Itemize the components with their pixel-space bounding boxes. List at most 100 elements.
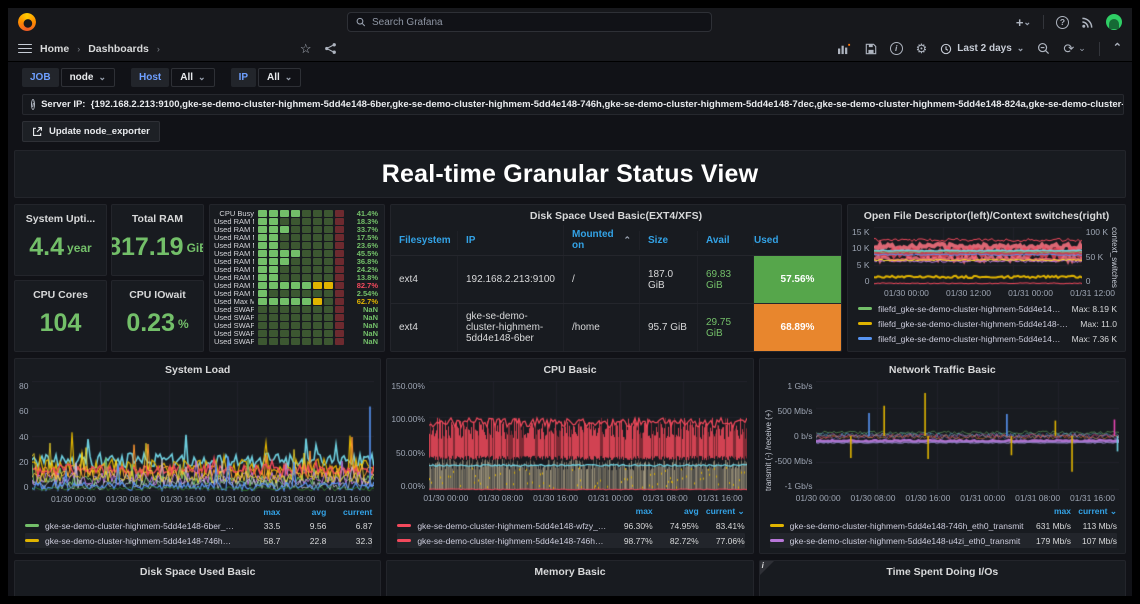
table-row[interactable]: ext4gke-se-demo-cluster-highmem-5dd4e148… xyxy=(391,303,841,351)
stat-title[interactable]: CPU IOwait xyxy=(112,281,203,304)
legend-row[interactable]: gke-se-demo-cluster-highmem-5dd4e148-wfz… xyxy=(397,518,744,533)
panel-title[interactable]: Disk Space Used Basic(EXT4/XFS) xyxy=(391,205,841,225)
legend-row[interactable]: gke-se-demo-cluster-highmem-5dd4e148-746… xyxy=(25,533,372,548)
gauge-cell xyxy=(335,298,344,305)
y-axis-left: 15 K10 K5 K0 xyxy=(852,227,874,286)
menu-toggle-icon[interactable] xyxy=(18,44,32,54)
gauge-value: NaN xyxy=(348,337,378,346)
settings-gear-icon[interactable]: ⚙ xyxy=(916,42,928,55)
breadcrumb-dashboards[interactable]: Dashboards xyxy=(88,43,149,55)
news-icon[interactable] xyxy=(1081,16,1094,29)
filter-value-dropdown[interactable]: All⌄ xyxy=(258,68,301,87)
table-row[interactable]: ext4192.168.2.213:9100/187.0 GiB69.83 Gi… xyxy=(391,255,841,303)
legend-row[interactable]: gke-se-demo-cluster-highmem-5dd4e148-746… xyxy=(770,518,1117,533)
x-tick: 01/31 00:00 xyxy=(216,494,261,505)
x-tick: 01/30 00:00 xyxy=(51,494,96,505)
table-header-filesystem[interactable]: Filesystem xyxy=(391,231,457,250)
legend-row[interactable]: filefd_gke-se-demo-cluster-highmem-5dd4e… xyxy=(858,301,1117,316)
gauge-cell xyxy=(324,274,333,281)
legend-row[interactable]: gke-se-demo-cluster-highmem-5dd4e148-u4z… xyxy=(770,533,1117,548)
grafana-logo[interactable] xyxy=(18,13,36,31)
x-tick: 01/30 00:00 xyxy=(884,288,929,299)
zoom-out-icon[interactable] xyxy=(1037,42,1050,55)
collapse-toolbar-icon[interactable]: ⌃ xyxy=(1113,43,1122,54)
table-header-avail[interactable]: Avail xyxy=(697,231,753,250)
gauge-cell xyxy=(258,298,267,305)
legend-row[interactable]: gke-se-demo-cluster-highmem-5dd4e148-746… xyxy=(397,533,744,548)
stat-title[interactable]: CPU Cores xyxy=(15,281,106,304)
breadcrumb-sep: › xyxy=(77,44,80,54)
time-range-picker[interactable]: Last 2 days ⌄ xyxy=(940,43,1024,55)
panel-title[interactable]: Time Spent Doing I/Os xyxy=(760,561,1125,581)
favorite-star-icon[interactable]: ☆ xyxy=(300,42,312,55)
add-panel-icon[interactable] xyxy=(837,42,852,55)
panel-title[interactable]: Memory Basic xyxy=(387,561,752,581)
gauge-cell xyxy=(335,314,344,321)
dashboard-content: JOBnode⌄HostAll⌄IPAll⌄ i Server IP: {192… xyxy=(8,62,1132,596)
table-header-mounted-on[interactable]: Mounted on ⌃ xyxy=(563,225,639,255)
table-header-used[interactable]: Used xyxy=(753,235,841,246)
chart-canvas-wrap[interactable] xyxy=(816,381,1119,491)
stat-title[interactable]: System Upti... xyxy=(15,205,106,228)
legend-col-avg[interactable]: avg xyxy=(653,506,699,517)
breadcrumb-home[interactable]: Home xyxy=(40,43,69,55)
stat-title[interactable]: Total RAM xyxy=(112,205,203,228)
legend-col-current[interactable]: current ⌄ xyxy=(1071,506,1117,517)
new-menu-button[interactable]: + ⌄ xyxy=(1016,16,1031,29)
y-tick: 0 b/s xyxy=(794,431,812,441)
y-tick: 10 K xyxy=(852,243,870,253)
refresh-icon[interactable]: ⟳ xyxy=(1063,42,1074,55)
breadcrumb-bar: Home › Dashboards › ☆ i ⚙ xyxy=(8,36,1132,62)
legend-col-current[interactable]: current xyxy=(326,507,372,517)
gauge-row: Used RAM Me...82.7% xyxy=(214,282,378,289)
chart-canvas-wrap[interactable] xyxy=(32,381,374,492)
share-icon[interactable] xyxy=(324,42,337,55)
stat-number: 0.23 xyxy=(126,309,175,338)
chart-canvas-wrap[interactable] xyxy=(429,381,747,491)
y-tick: 500 Mb/s xyxy=(777,406,812,416)
filter-label[interactable]: Host xyxy=(131,68,169,87)
panel-title[interactable]: System Load xyxy=(15,359,380,379)
chart-canvas[interactable] xyxy=(874,227,1082,286)
legend-col-max[interactable]: max xyxy=(607,506,653,517)
update-node-exporter-button[interactable]: Update node_exporter xyxy=(22,121,160,142)
gauge-cell xyxy=(313,314,322,321)
chart-canvas[interactable] xyxy=(429,381,747,491)
y-tick: 100.00% xyxy=(391,414,425,424)
user-avatar[interactable] xyxy=(1106,14,1122,30)
gauge-cell xyxy=(280,314,289,321)
filter-value-dropdown[interactable]: node⌄ xyxy=(61,68,115,87)
breadcrumb-sep: › xyxy=(157,44,160,54)
legend-row[interactable]: gke-se-demo-cluster-highmem-5dd4e148-6be… xyxy=(25,518,372,533)
chart-canvas[interactable] xyxy=(32,381,374,492)
refresh-interval-caret[interactable]: ⌄ xyxy=(1078,43,1086,54)
legend-col-avg[interactable]: avg xyxy=(280,507,326,517)
save-icon[interactable] xyxy=(865,43,877,55)
legend-col-max[interactable]: max xyxy=(234,507,280,517)
filter-label[interactable]: JOB xyxy=(22,68,59,87)
panel-title[interactable]: CPU Basic xyxy=(387,359,752,379)
chart-canvas-wrap[interactable] xyxy=(874,227,1082,286)
used-percent-badge: 68.89% xyxy=(754,304,841,351)
legend-col-current[interactable]: current ⌄ xyxy=(699,506,745,517)
filter-label[interactable]: IP xyxy=(231,68,256,87)
panel-title[interactable]: Network Traffic Basic xyxy=(760,359,1125,379)
legend-row[interactable]: filefd_gke-se-demo-cluster-highmem-5dd4e… xyxy=(858,316,1117,331)
panel-info-corner[interactable]: i xyxy=(760,561,774,575)
legend-col-max[interactable]: max xyxy=(1025,506,1071,517)
filter-value-dropdown[interactable]: All⌄ xyxy=(171,68,214,87)
table-header-ip[interactable]: IP xyxy=(457,231,563,250)
search-input[interactable] xyxy=(372,17,703,28)
chart-canvas[interactable] xyxy=(816,381,1119,491)
panel-title[interactable]: Disk Space Used Basic xyxy=(15,561,380,581)
search-box[interactable] xyxy=(347,12,712,32)
gauge-cells xyxy=(258,210,344,217)
gauge-cell xyxy=(258,290,267,297)
panel-title[interactable]: Open File Descriptor(left)/Context switc… xyxy=(848,205,1125,225)
table-header-size[interactable]: Size xyxy=(639,231,697,250)
gauge-cell xyxy=(291,330,300,337)
gauge-cell xyxy=(291,242,300,249)
help-icon[interactable]: ? xyxy=(1056,16,1069,29)
panel-info-icon[interactable]: i xyxy=(890,42,903,55)
legend-row[interactable]: filefd_gke-se-demo-cluster-highmem-5dd4e… xyxy=(858,331,1117,346)
